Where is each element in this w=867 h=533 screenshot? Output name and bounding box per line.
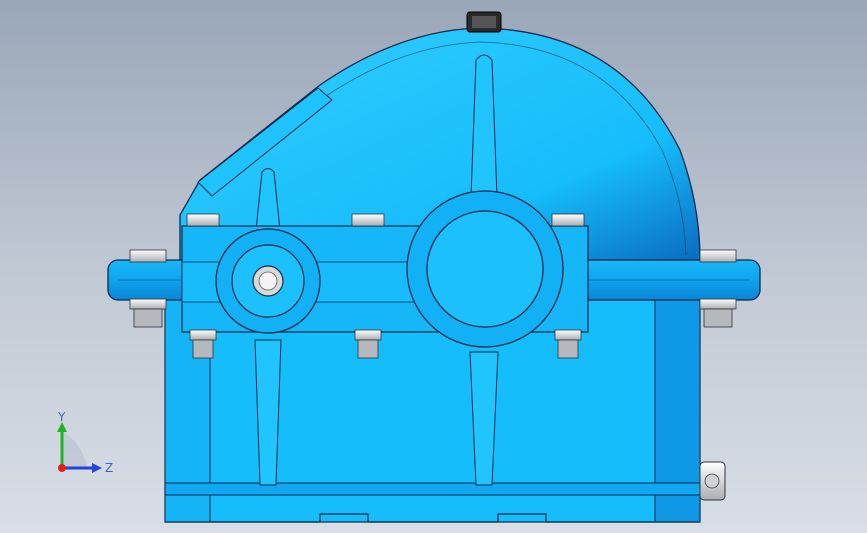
y-axis-label: Y [57, 410, 66, 424]
axis-triad: Y Z [57, 410, 113, 475]
large-bearing-boss[interactable] [406, 190, 564, 348]
z-axis-label: Z [105, 461, 113, 475]
small-bearing-boss[interactable] [215, 228, 321, 334]
breather-plug[interactable] [466, 11, 502, 33]
x-axis-icon [58, 464, 66, 472]
lower-housing[interactable] [164, 299, 701, 523]
axis-plane-icon [62, 432, 88, 468]
model-viewport[interactable] [0, 0, 867, 533]
drain-plug[interactable] [699, 461, 726, 501]
